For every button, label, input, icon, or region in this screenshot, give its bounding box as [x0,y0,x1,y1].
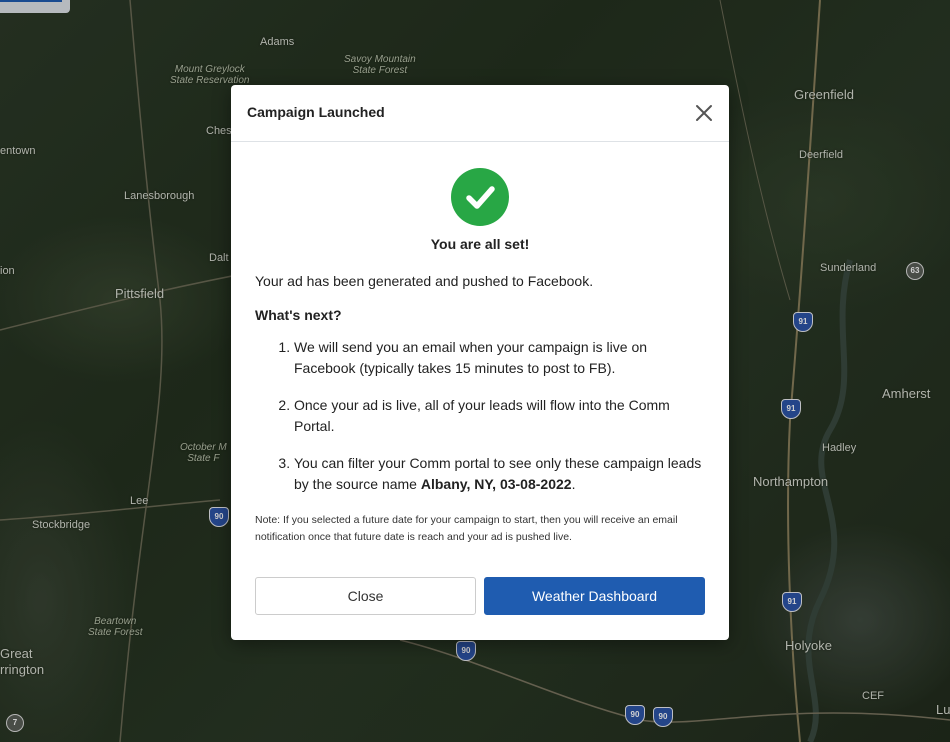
step3-suffix: . [571,476,576,492]
next-steps-heading: What's next? [255,307,342,323]
dialog-title: Campaign Launched [247,104,385,120]
intro-text: Your ad has been generated and pushed to… [255,273,594,289]
close-icon[interactable] [693,102,715,124]
list-item: You can filter your Comm portal to see o… [294,453,705,495]
next-steps-list: We will send you an email when your camp… [255,337,705,495]
success-check-icon [451,168,509,226]
dialog-body: You are all set! Your ad has been genera… [231,168,729,546]
campaign-launched-dialog: Campaign Launched You are all set! Your … [231,85,729,640]
list-item: Once your ad is live, all of your leads … [294,395,705,437]
list-item: We will send you an email when your camp… [294,337,705,379]
dialog-footer: Close Weather Dashboard [255,577,705,615]
success-heading: You are all set! [430,236,530,252]
note-text: Note: If you selected a future date for … [255,514,678,543]
source-name: Albany, NY, 03-08-2022 [420,476,572,492]
dialog-header: Campaign Launched [231,85,729,142]
weather-dashboard-button[interactable]: Weather Dashboard [484,577,705,615]
close-button[interactable]: Close [255,577,476,615]
